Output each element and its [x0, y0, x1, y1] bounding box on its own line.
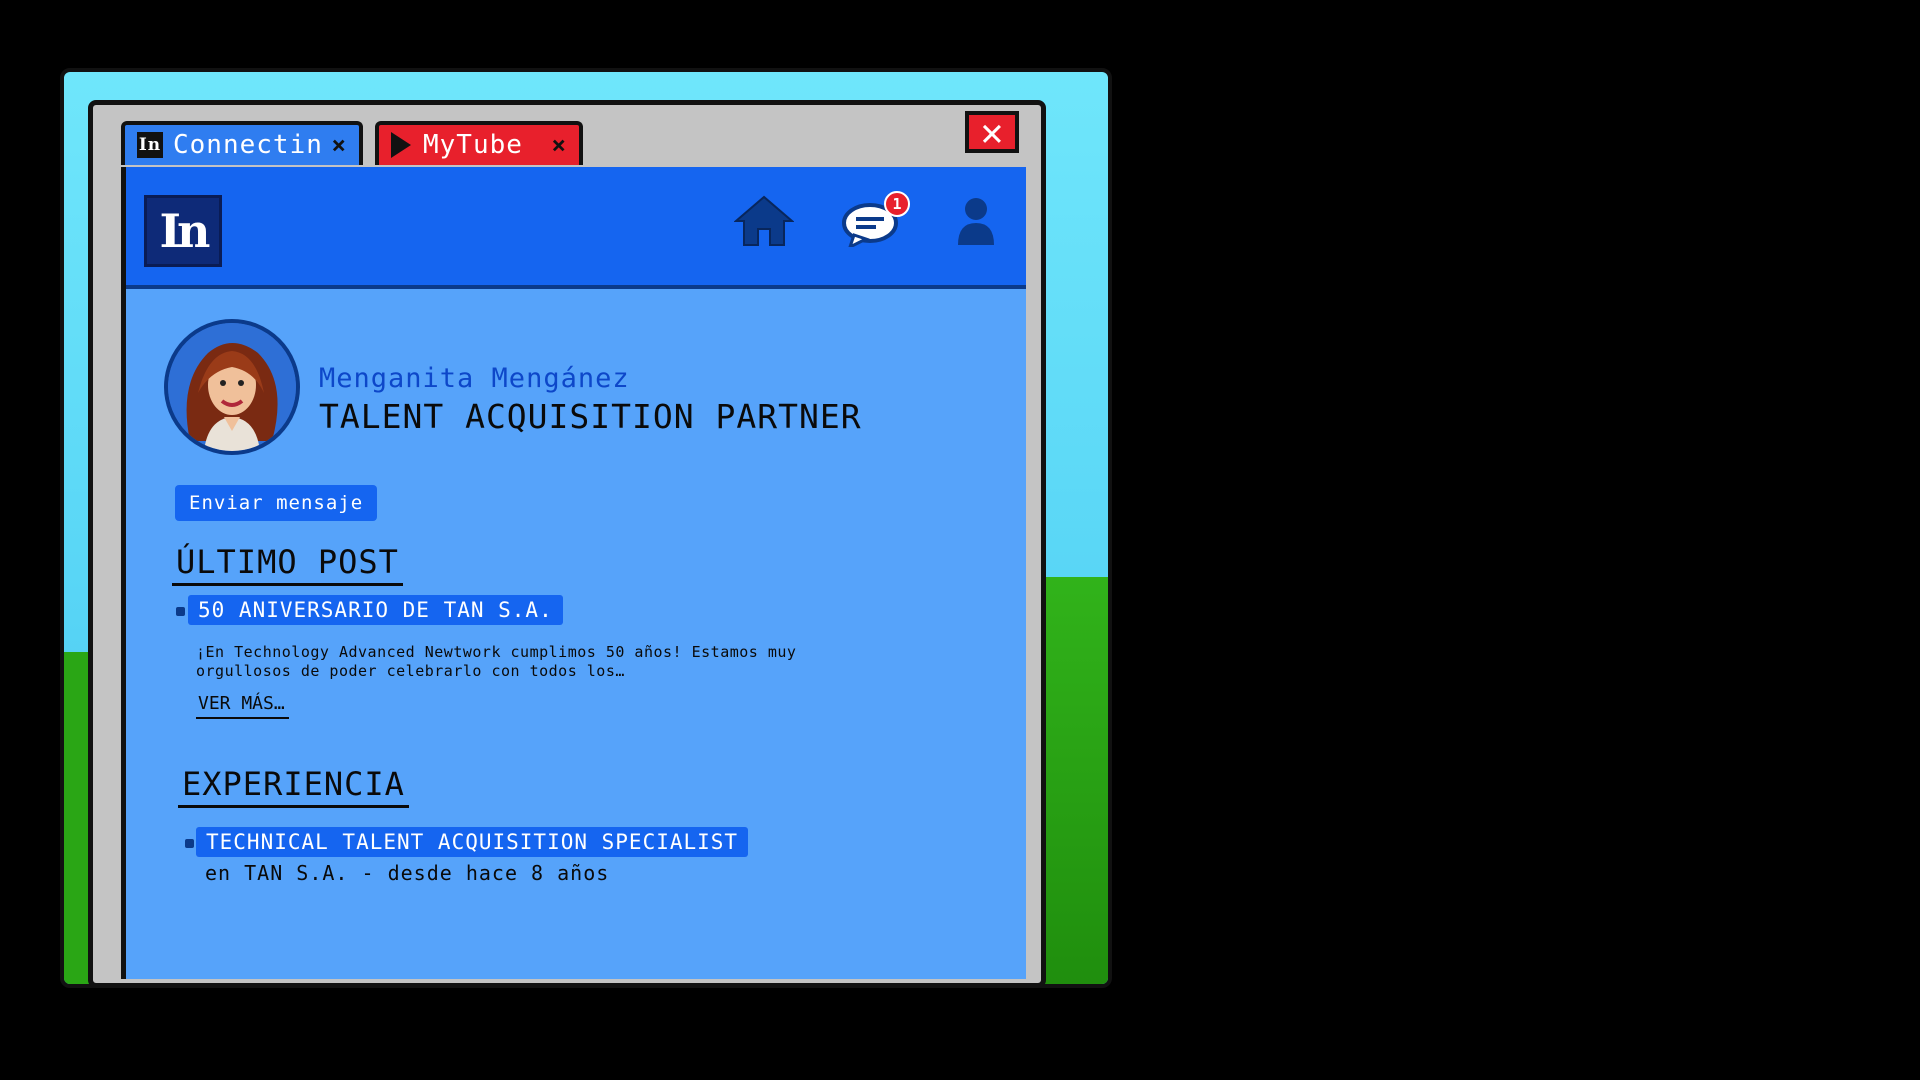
tab-mytube[interactable]: MyTube ×: [375, 121, 583, 165]
profile-name: Menganita Mengánez: [319, 363, 630, 394]
bullet-icon: [185, 839, 194, 848]
post-excerpt: ¡En Technology Advanced Newtwork cumplim…: [196, 643, 797, 680]
home-icon[interactable]: [733, 195, 795, 251]
tab-connectin[interactable]: In Connectin ×: [121, 121, 363, 165]
tab-label: Connectin: [173, 130, 323, 160]
close-tab-icon[interactable]: ×: [552, 131, 567, 159]
see-more-link[interactable]: VER MÁS…: [196, 693, 289, 719]
close-tab-icon[interactable]: ×: [332, 131, 347, 159]
post-title[interactable]: 50 ANIVERSARIO DE TAN S.A.: [188, 595, 563, 625]
tab-bar: In Connectin × MyTube × ✕: [93, 105, 1041, 167]
experience-job-title[interactable]: TECHNICAL TALENT ACQUISITION SPECIALIST: [196, 827, 749, 857]
user-profile-icon[interactable]: [954, 195, 998, 251]
bullet-icon: [176, 607, 185, 616]
connectin-logo[interactable]: In: [144, 195, 222, 267]
experience-heading: EXPERIENCIA: [178, 765, 409, 808]
send-message-button[interactable]: Enviar mensaje: [175, 485, 378, 521]
experience-job-detail: en TAN S.A. - desde hace 8 años: [205, 861, 610, 885]
tab-label: MyTube: [423, 130, 523, 160]
messages-icon[interactable]: 1: [842, 191, 910, 251]
browser-window: In Connectin × MyTube × ✕ In 1 Menganita…: [88, 100, 1046, 988]
connectin-logo-icon: In: [137, 132, 163, 158]
close-window-button[interactable]: ✕: [965, 110, 1019, 154]
latest-post-heading: ÚLTIMO POST: [172, 543, 403, 586]
profile-page: In 1 Menganita Mengánez TALENT ACQUISITI…: [121, 167, 1026, 979]
profile-job-title: TALENT ACQUISITION PARTNER: [319, 397, 862, 436]
site-header: In 1: [126, 167, 1026, 289]
play-icon: [391, 132, 411, 158]
avatar: [164, 319, 300, 455]
notification-badge: 1: [884, 191, 910, 217]
